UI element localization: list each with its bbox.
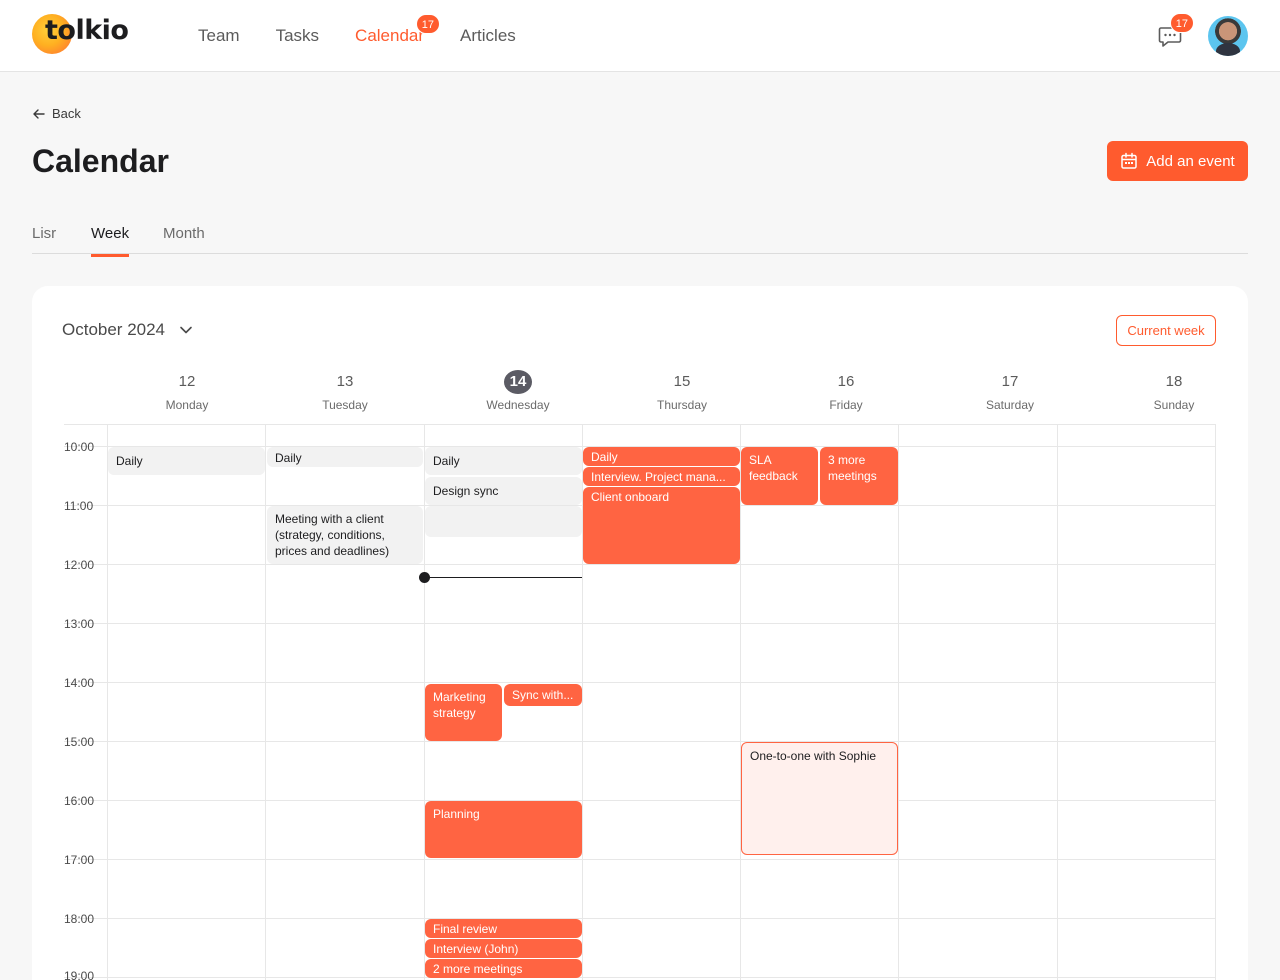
hour-label: 12:00 [64,558,95,572]
hour-label: 16:00 [64,794,95,808]
event-one-to-one[interactable]: One-to-one with Sophie [741,742,898,855]
page-title: Calendar [32,143,169,179]
hour-label: 15:00 [64,735,95,749]
calendar-icon [1121,152,1138,169]
day-number: 15 [673,373,691,390]
day-header-wednesday: 14 Wednesday [439,370,597,412]
event-client-meeting[interactable]: Meeting with a client (strategy, conditi… [267,506,423,564]
top-navbar: tolkio Team Tasks Calendar 17 Articles 1… [0,0,1280,72]
event-client-onboard[interactable]: Client onboard [583,487,740,564]
event-thursday-daily[interactable]: Daily [583,447,740,466]
day-header-friday: 16 Friday [767,370,925,412]
chat-button[interactable]: 17 [1156,13,1194,50]
event-sla-feedback[interactable]: SLA feedback [741,447,818,505]
chevron-down-icon [180,326,192,334]
event-tuesday-daily[interactable]: Daily [267,447,423,467]
tab-list[interactable]: Lisr [32,225,56,254]
hour-label: 14:00 [64,676,95,690]
day-number: 17 [1001,373,1019,390]
back-label: Back [52,106,81,121]
day-name: Wednesday [486,398,550,412]
main-nav: Team Tasks Calendar 17 Articles [198,0,516,72]
tab-week[interactable]: Week [91,225,130,257]
day-header-saturday: 17 Saturday [931,370,1089,412]
hour-label: 19:00 [64,969,95,980]
nav-tasks[interactable]: Tasks [276,26,319,46]
event-untitled[interactable] [425,506,582,537]
event-planning[interactable]: Planning [425,801,582,858]
hour-label: 18:00 [64,912,95,926]
back-link[interactable]: Back [32,106,81,121]
logo[interactable]: tolkio [32,14,142,54]
day-number: 12 [178,373,196,390]
event-marketing-strategy[interactable]: Marketing strategy [425,684,502,741]
current-time-line [424,577,582,578]
event-more-meetings-friday[interactable]: 3 more meetings [820,447,898,505]
logo-text: tolkio [45,15,129,46]
nav-calendar-label: Calendar [355,26,425,45]
day-number-today: 14 [504,370,532,394]
day-header-tuesday: 13 Tuesday [266,370,424,412]
event-final-review[interactable]: Final review [425,919,582,938]
tab-month[interactable]: Month [163,225,205,254]
hour-label: 17:00 [64,853,95,867]
hour-label: 11:00 [64,499,94,513]
nav-calendar-badge: 17 [415,14,441,34]
event-interview-project[interactable]: Interview. Project mana... [583,467,740,486]
month-selector[interactable]: October 2024 [62,320,193,340]
day-header-sunday: 18 Sunday [1095,370,1253,412]
event-monday-daily[interactable]: Daily [108,447,265,475]
event-wednesday-daily[interactable]: Daily [425,447,582,475]
nav-calendar[interactable]: Calendar 17 [355,14,441,46]
day-name: Sunday [1153,398,1195,412]
event-sync-with[interactable]: Sync with... [504,684,582,706]
hour-label: 10:00 [64,440,95,454]
view-tabs: Lisr Week Month [32,216,1248,257]
day-header-thursday: 15 Thursday [603,370,761,412]
day-header-monday: 12 Monday [108,370,266,412]
day-name: Thursday [656,398,708,412]
event-interview-john[interactable]: Interview (John) [425,939,582,958]
user-avatar[interactable] [1208,16,1248,56]
hour-label: 13:00 [64,617,95,631]
day-name: Monday [165,398,209,412]
day-number: 13 [336,373,354,390]
event-more-meetings[interactable]: 2 more meetings [425,959,582,978]
add-event-label: Add an event [1146,152,1235,170]
add-event-button[interactable]: Add an event [1107,141,1248,181]
nav-team[interactable]: Team [198,26,240,46]
chat-badge: 17 [1169,13,1194,33]
event-design-sync[interactable]: Design sync [425,477,582,505]
day-number: 18 [1165,373,1183,390]
day-name: Tuesday [322,398,368,412]
current-week-button[interactable]: Current week [1116,315,1216,346]
nav-articles[interactable]: Articles [460,26,516,46]
day-name: Friday [829,398,863,412]
day-name: Saturday [985,398,1035,412]
day-number: 16 [837,373,855,390]
month-label: October 2024 [62,320,166,339]
arrow-left-icon [33,108,45,119]
